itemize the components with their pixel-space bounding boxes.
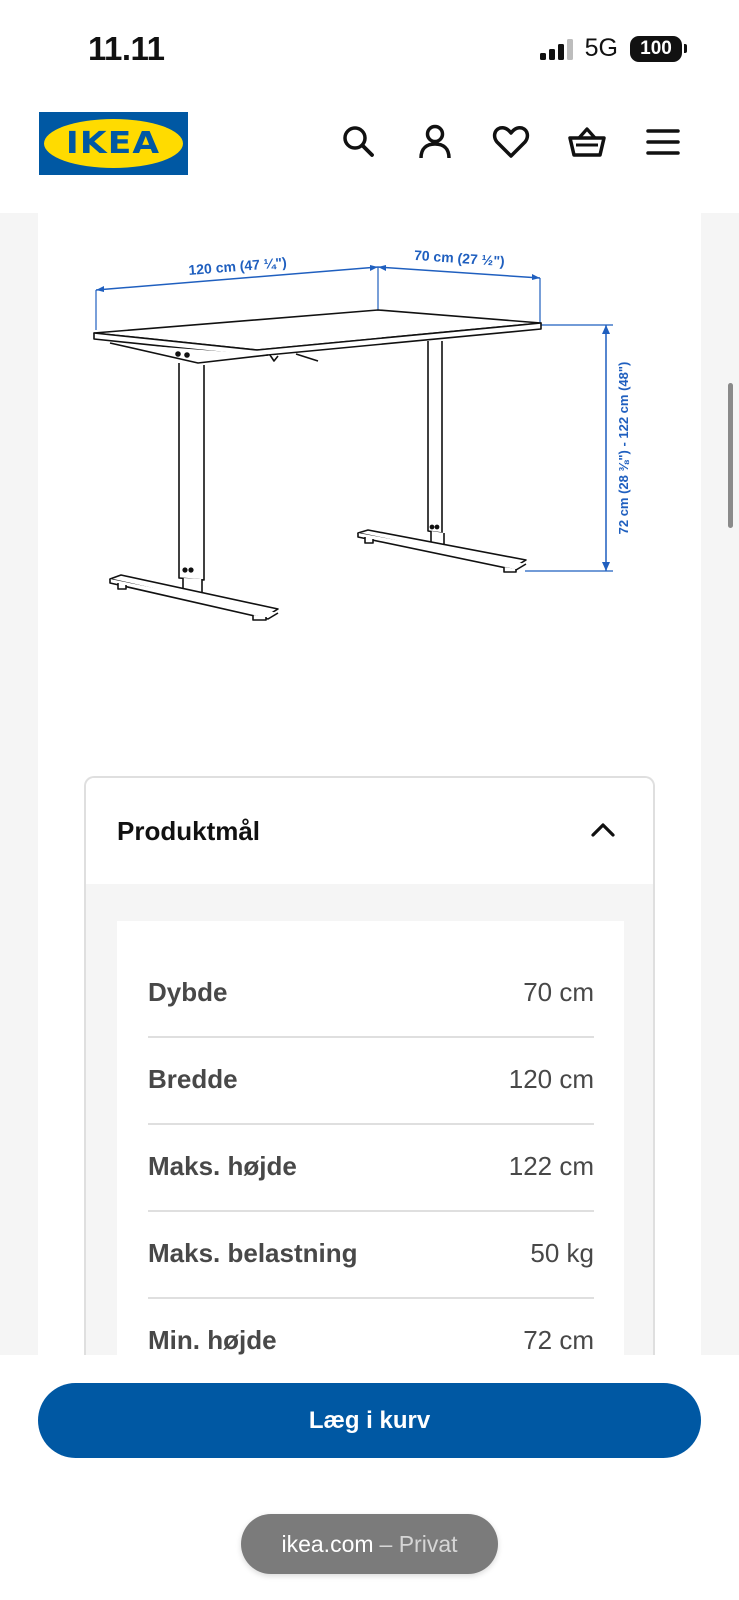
page-scrollbar[interactable] xyxy=(728,383,733,528)
status-bar: 11.11 5G 100 xyxy=(0,0,739,100)
site-header: IKEA xyxy=(0,100,739,213)
dimension-value: 72 cm xyxy=(523,1325,594,1355)
dimension-label: Maks. belastning xyxy=(148,1238,358,1268)
battery-icon: 100 xyxy=(630,35,687,62)
dimension-value: 122 cm xyxy=(508,1151,594,1181)
logo-text: IKEA xyxy=(66,126,161,161)
add-to-cart-button[interactable]: Læg i kurv xyxy=(38,1383,701,1458)
dimension-label: Dybde xyxy=(148,977,228,1007)
dimension-row: Maks. belastning 50 kg xyxy=(148,1212,594,1299)
height-label: 72 cm (28 ⅜") - 122 cm (48") xyxy=(616,362,631,535)
dimension-label: Min. højde xyxy=(148,1325,277,1355)
basket-icon[interactable] xyxy=(567,122,607,162)
height-dimension-line xyxy=(525,324,613,572)
chevron-up-icon[interactable] xyxy=(589,816,617,844)
dimension-label: Maks. højde xyxy=(148,1151,297,1181)
dimension-row: Dybde 70 cm xyxy=(148,951,594,1038)
accordion-header[interactable]: Produktmål xyxy=(86,778,653,884)
product-dimension-diagram: 120 cm (47 ¼") 70 cm (27 ½") 72 cm (28 ⅜… xyxy=(38,213,701,693)
dimension-label: Bredde xyxy=(148,1064,238,1094)
account-icon[interactable] xyxy=(415,122,455,162)
private-mode-label: – Privat xyxy=(379,1530,458,1557)
accordion-title: Produktmål xyxy=(117,816,261,846)
dimension-row: Maks. højde 122 cm xyxy=(148,1125,594,1212)
dimension-value: 50 kg xyxy=(530,1238,594,1268)
dimension-value: 70 cm xyxy=(523,977,594,1007)
signal-icon xyxy=(539,38,573,60)
bottom-action-bar: Læg i kurv ikea.com – Privat xyxy=(0,1355,739,1600)
search-icon[interactable] xyxy=(339,122,379,162)
depth-label: 70 cm (27 ½") xyxy=(414,247,506,269)
product-dimensions-accordion: Produktmål Dybde 70 cm Bredde 120 cm Mak… xyxy=(84,776,655,1366)
status-time: 11.11 xyxy=(88,30,165,67)
width-label: 120 cm (47 ¼") xyxy=(188,254,287,278)
logo-oval: IKEA xyxy=(44,119,183,168)
dimensions-table: Dybde 70 cm Bredde 120 cm Maks. højde 12… xyxy=(117,921,624,1366)
dimension-row: Bredde 120 cm xyxy=(148,1038,594,1125)
ikea-logo[interactable]: IKEA xyxy=(39,112,188,175)
battery-level: 100 xyxy=(630,35,682,62)
desk-illustration xyxy=(93,309,542,621)
network-type: 5G xyxy=(584,34,618,62)
status-indicators: 5G 100 xyxy=(539,34,687,63)
url-domain: ikea.com xyxy=(281,1530,374,1557)
menu-icon[interactable] xyxy=(643,122,683,162)
browser-url-pill[interactable]: ikea.com – Privat xyxy=(241,1514,498,1574)
heart-icon[interactable] xyxy=(491,122,531,162)
dimension-value: 120 cm xyxy=(508,1064,594,1094)
